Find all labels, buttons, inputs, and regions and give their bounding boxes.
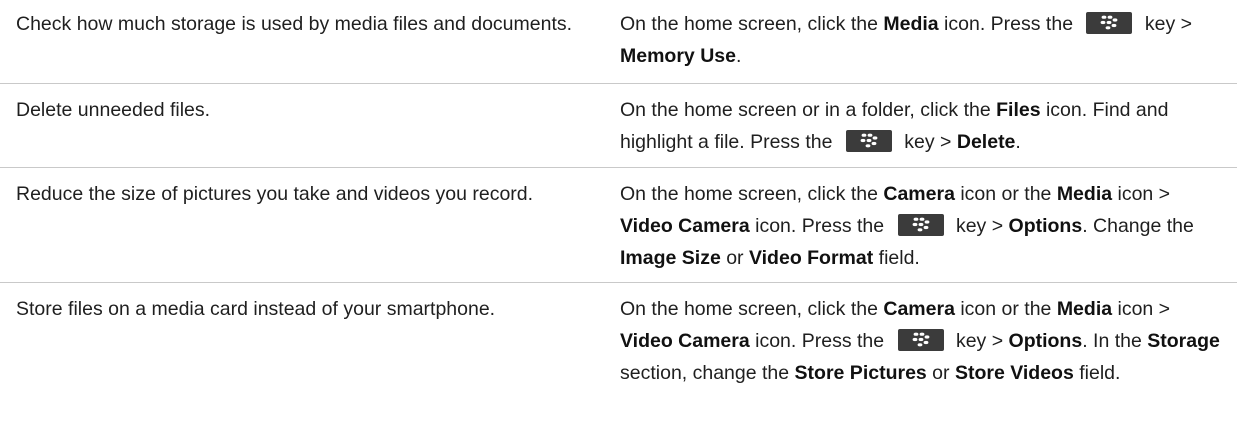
- steps-cell: On the home screen, click the Media icon…: [620, 11, 1193, 67]
- menu-key-icon: [897, 213, 944, 236]
- table-row: Store files on a media card instead of y…: [0, 283, 1237, 440]
- action-cell: Delete unneeded files.: [16, 99, 211, 121]
- steps-cell: On the home screen or in a folder, click…: [620, 99, 1169, 153]
- menu-key-icon: [897, 328, 944, 351]
- steps-cell: On the home screen, click the Camera ico…: [620, 298, 1220, 384]
- storage-tips-table: Check how much storage is used by media …: [0, 0, 1237, 440]
- menu-key-icon: [1086, 11, 1133, 34]
- action-cell: Store files on a media card instead of y…: [16, 298, 496, 320]
- table-row: Delete unneeded files. On the home scree…: [0, 84, 1237, 168]
- action-cell: Reduce the size of pictures you take and…: [16, 183, 534, 205]
- action-cell: Check how much storage is used by media …: [16, 13, 573, 35]
- steps-cell: On the home screen, click the Camera ico…: [620, 183, 1194, 269]
- menu-key-icon: [845, 129, 892, 152]
- table-row: Reduce the size of pictures you take and…: [0, 168, 1237, 283]
- table-row: Check how much storage is used by media …: [0, 0, 1237, 84]
